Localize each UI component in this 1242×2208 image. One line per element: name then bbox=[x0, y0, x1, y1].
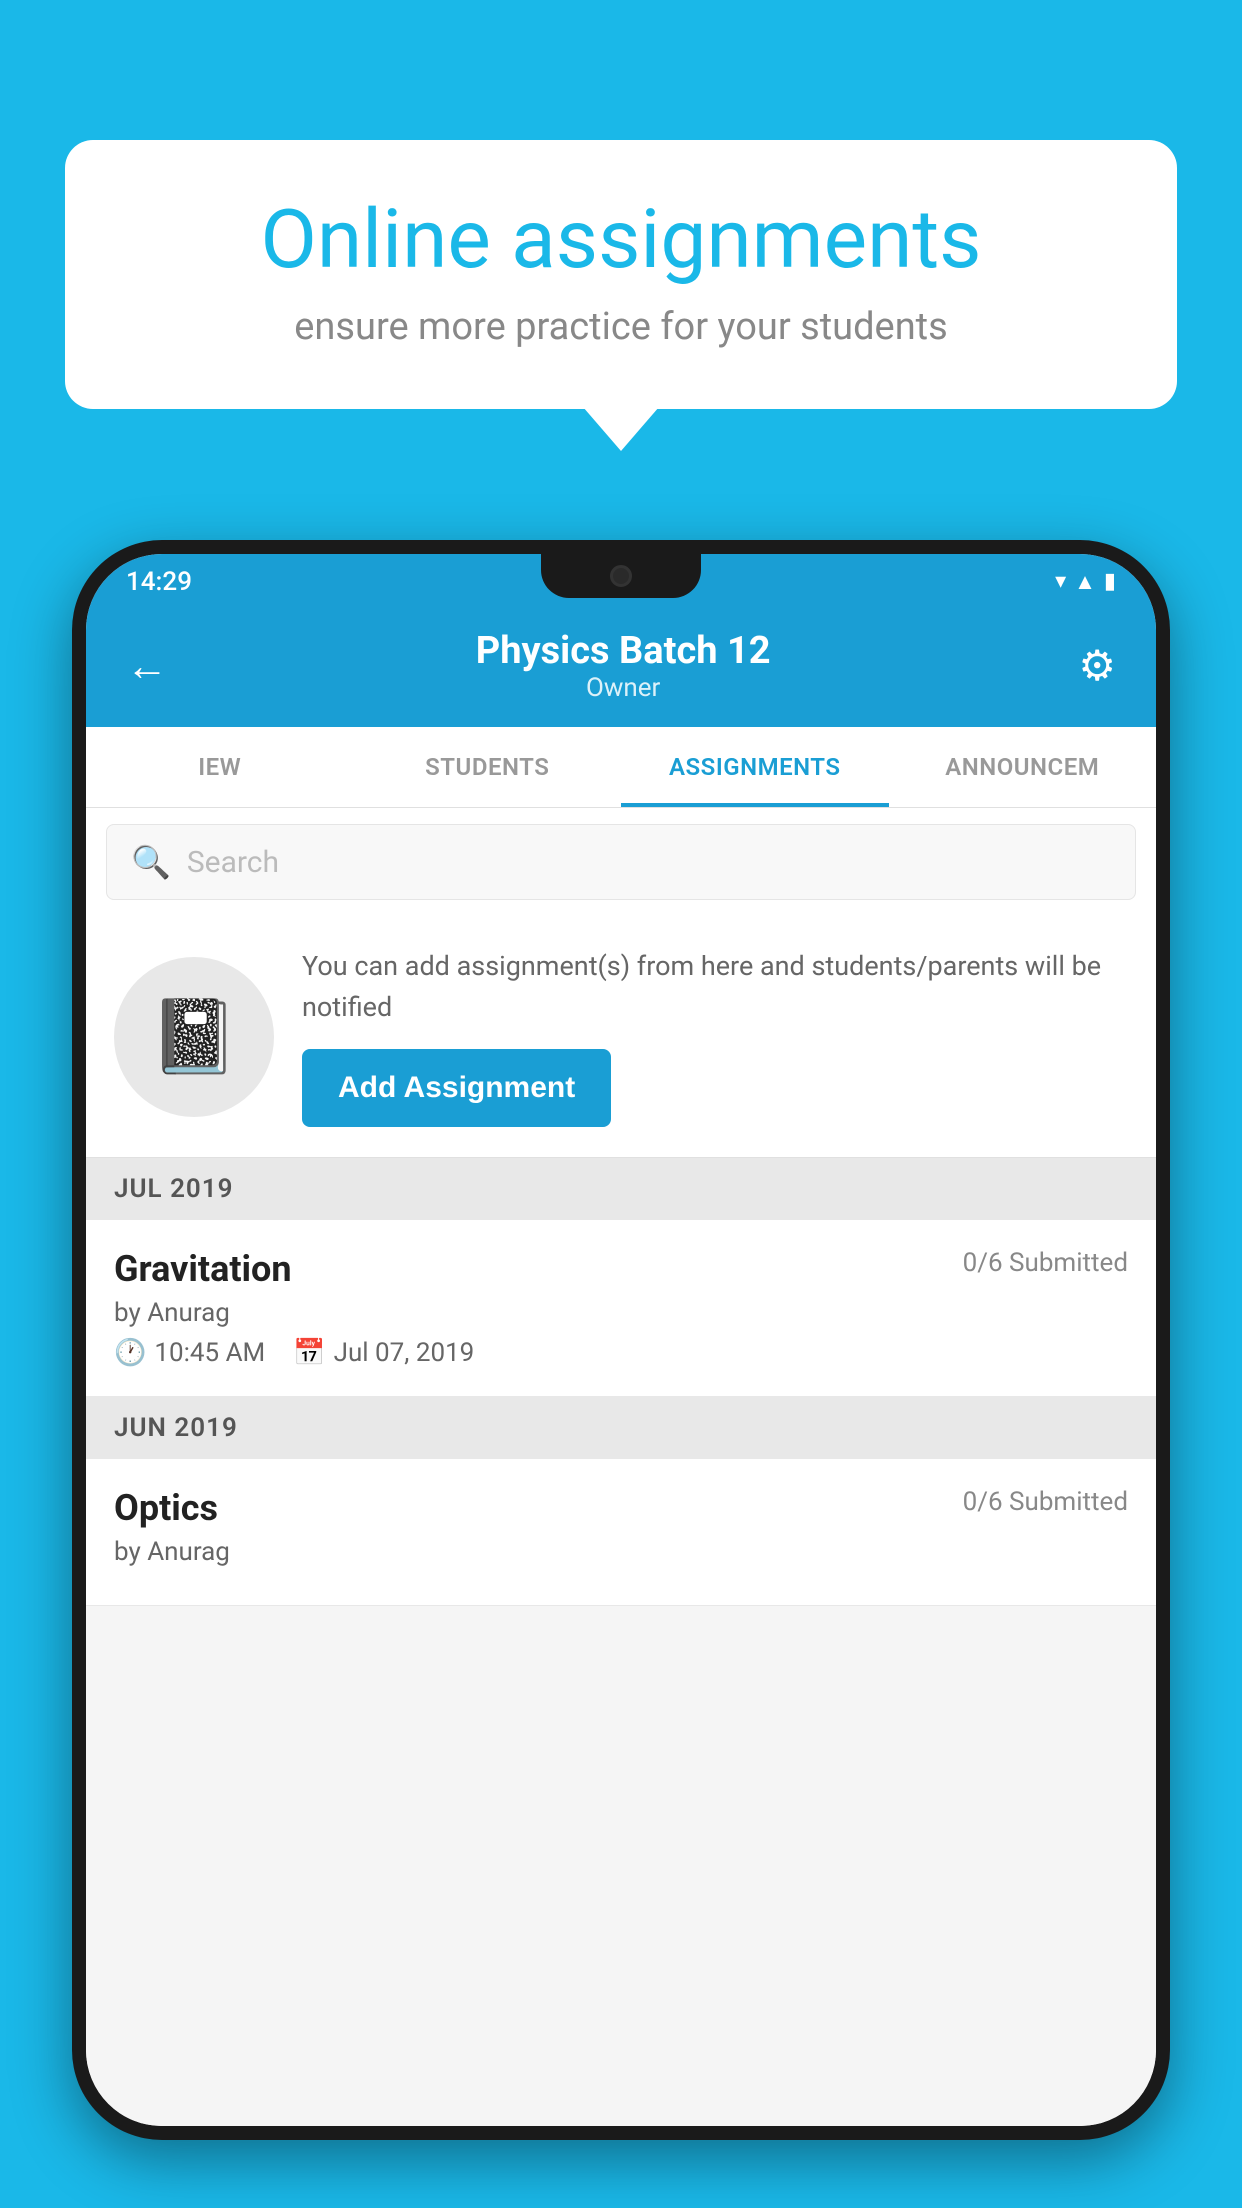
notebook-icon: 📓 bbox=[149, 994, 239, 1079]
back-button[interactable]: ← bbox=[126, 642, 168, 691]
calendar-icon: 📅 bbox=[293, 1338, 325, 1368]
assignment-time: 🕐 10:45 AM bbox=[114, 1338, 265, 1368]
promo-description: You can add assignment(s) from here and … bbox=[302, 946, 1128, 1027]
assignment-by: by Anurag bbox=[114, 1298, 1128, 1328]
settings-icon[interactable]: ⚙ bbox=[1078, 641, 1116, 691]
speech-bubble-title: Online assignments bbox=[135, 195, 1107, 285]
assignment-item-gravitation[interactable]: Gravitation 0/6 Submitted by Anurag 🕐 10… bbox=[86, 1220, 1156, 1397]
promo-text-block: You can add assignment(s) from here and … bbox=[302, 946, 1128, 1127]
tab-bar: IEW STUDENTS ASSIGNMENTS ANNOUNCEM bbox=[86, 727, 1156, 808]
search-icon: 🔍 bbox=[131, 843, 171, 881]
search-placeholder: Search bbox=[187, 845, 279, 880]
assignment-submitted-optics: 0/6 Submitted bbox=[963, 1487, 1128, 1517]
app-header: ← Physics Batch 12 Owner ⚙ bbox=[86, 609, 1156, 727]
signal-icon: ▲ bbox=[1074, 569, 1096, 595]
phone-frame: 14:29 ▾ ▲ ▮ ← Physics Batch 12 Owner ⚙ bbox=[72, 540, 1170, 2140]
status-icons: ▾ ▲ ▮ bbox=[1055, 569, 1116, 595]
header-subtitle: Owner bbox=[476, 673, 771, 703]
search-container: 🔍 Search bbox=[86, 808, 1156, 916]
promo-icon-circle: 📓 bbox=[114, 957, 274, 1117]
assignment-by-optics: by Anurag bbox=[114, 1537, 1128, 1567]
speech-bubble-subtitle: ensure more practice for your students bbox=[135, 305, 1107, 349]
tab-assignments[interactable]: ASSIGNMENTS bbox=[621, 727, 889, 807]
assignment-meta: 🕐 10:45 AM 📅 Jul 07, 2019 bbox=[114, 1338, 1128, 1368]
add-assignment-button[interactable]: Add Assignment bbox=[302, 1049, 611, 1127]
assignment-top-row: Gravitation 0/6 Submitted bbox=[114, 1248, 1128, 1290]
screen-content: 🔍 Search 📓 You can add assignment(s) fro… bbox=[86, 808, 1156, 2126]
tab-students[interactable]: STUDENTS bbox=[354, 727, 622, 807]
clock-icon: 🕐 bbox=[114, 1338, 146, 1368]
section-header-jun: JUN 2019 bbox=[86, 1397, 1156, 1459]
assignment-name-optics: Optics bbox=[114, 1487, 218, 1529]
tab-iew[interactable]: IEW bbox=[86, 727, 354, 807]
assignment-name: Gravitation bbox=[114, 1248, 292, 1290]
phone-screen: 14:29 ▾ ▲ ▮ ← Physics Batch 12 Owner ⚙ bbox=[86, 554, 1156, 2126]
header-title: Physics Batch 12 bbox=[476, 629, 771, 673]
search-bar[interactable]: 🔍 Search bbox=[106, 824, 1136, 900]
wifi-icon: ▾ bbox=[1055, 569, 1066, 594]
add-assignment-promo: 📓 You can add assignment(s) from here an… bbox=[86, 916, 1156, 1158]
phone-camera bbox=[610, 565, 632, 587]
assignment-submitted: 0/6 Submitted bbox=[963, 1248, 1128, 1278]
assignment-top-row-optics: Optics 0/6 Submitted bbox=[114, 1487, 1128, 1529]
header-title-block: Physics Batch 12 Owner bbox=[476, 629, 771, 703]
battery-icon: ▮ bbox=[1104, 569, 1116, 594]
speech-bubble-container: Online assignments ensure more practice … bbox=[65, 140, 1177, 409]
assignment-item-optics[interactable]: Optics 0/6 Submitted by Anurag bbox=[86, 1459, 1156, 1606]
tab-announcements[interactable]: ANNOUNCEM bbox=[889, 727, 1157, 807]
phone-outer: 14:29 ▾ ▲ ▮ ← Physics Batch 12 Owner ⚙ bbox=[72, 540, 1170, 2140]
phone-notch bbox=[541, 554, 701, 598]
assignment-date: 📅 Jul 07, 2019 bbox=[293, 1338, 474, 1368]
section-header-jul: JUL 2019 bbox=[86, 1158, 1156, 1220]
status-time: 14:29 bbox=[126, 567, 192, 597]
speech-bubble: Online assignments ensure more practice … bbox=[65, 140, 1177, 409]
